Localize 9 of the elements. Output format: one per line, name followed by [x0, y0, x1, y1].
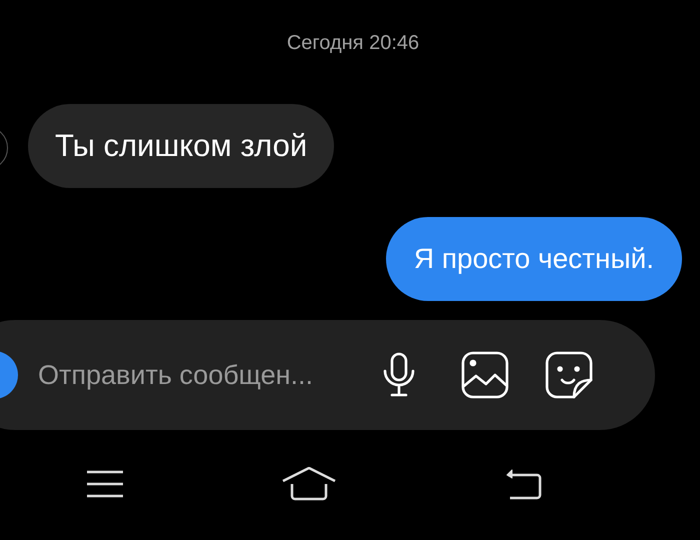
message-bubble: Ты слишком злой	[28, 104, 334, 188]
sticker-icon[interactable]	[544, 350, 594, 400]
timestamp: Сегодня 20:46	[286, 30, 420, 56]
message-bubble: Я просто честный.	[386, 217, 682, 301]
image-icon[interactable]	[460, 350, 510, 400]
back-icon[interactable]	[504, 468, 542, 500]
message-input[interactable]: Отправить сообщен...	[38, 354, 358, 396]
menu-icon[interactable]	[86, 469, 124, 499]
home-icon[interactable]	[282, 467, 336, 501]
